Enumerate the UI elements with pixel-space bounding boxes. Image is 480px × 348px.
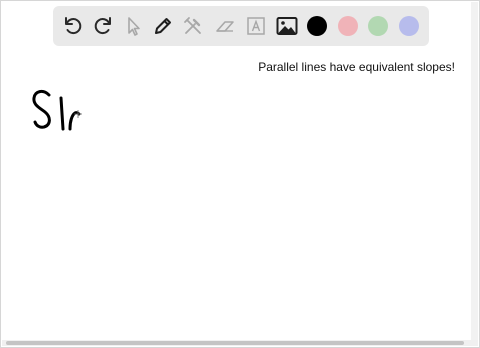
eraser-icon[interactable] [213, 14, 237, 38]
handwritten-ink-strokes [32, 89, 82, 131]
color-swatch-blue[interactable] [399, 16, 419, 36]
select-pointer-icon[interactable] [121, 14, 145, 38]
text-box-icon[interactable] [244, 14, 268, 38]
color-swatch-green[interactable] [368, 16, 388, 36]
horizontal-scroll-thumb[interactable] [6, 341, 464, 345]
whiteboard-window: Parallel lines have equivalent slopes! [0, 0, 480, 348]
pen-icon[interactable] [151, 14, 175, 38]
horizontal-scrollbar[interactable] [2, 340, 478, 346]
color-swatch-black[interactable] [307, 16, 327, 36]
vertical-scrollbar[interactable] [471, 2, 478, 342]
color-swatch-pink[interactable] [338, 16, 358, 36]
image-icon[interactable] [275, 14, 299, 38]
drawing-canvas[interactable] [2, 51, 472, 341]
tools-icon[interactable] [181, 14, 205, 38]
undo-icon[interactable] [61, 14, 85, 38]
redo-icon[interactable] [91, 14, 115, 38]
drawing-toolbar [53, 6, 429, 46]
